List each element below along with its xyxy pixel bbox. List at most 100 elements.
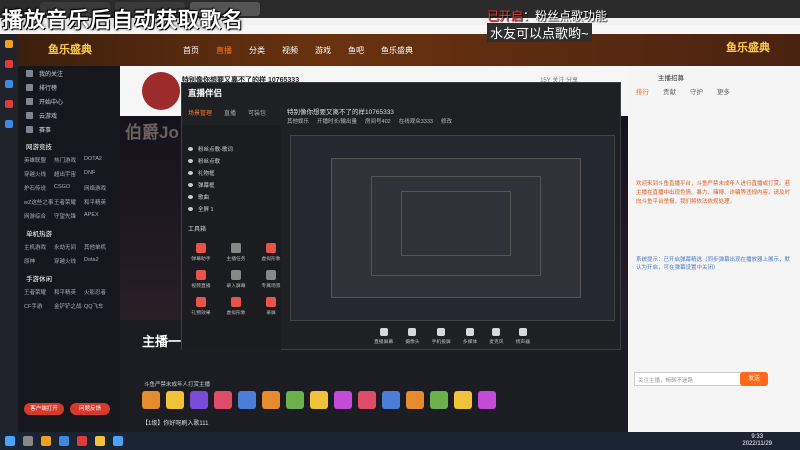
scene-item[interactable]: 礼物框 (182, 167, 281, 179)
gift-icon[interactable] (190, 391, 208, 409)
category-link[interactable]: 王者荣耀 (24, 288, 54, 296)
category-link[interactable]: 守望先锋 (54, 212, 84, 220)
sidebar-item-follow[interactable]: 我的关注 (18, 66, 120, 80)
gift-icon[interactable] (142, 391, 160, 409)
scene-item[interactable]: 全屏 1 (182, 203, 281, 215)
tab-scenes[interactable]: 场景管理 (188, 108, 212, 117)
tab-guard[interactable]: 守护 (690, 86, 703, 96)
eye-icon[interactable] (188, 207, 193, 211)
tool-video[interactable]: 视频直播 (186, 270, 216, 289)
nav-home[interactable]: 首页 (183, 45, 199, 56)
category-link[interactable]: DOTA2 (84, 156, 114, 164)
category-link[interactable]: 火影忍者 (84, 288, 114, 296)
taskbar-clock[interactable]: 9:33 2022/11/29 (742, 434, 772, 448)
control-media[interactable]: 多媒体 (463, 327, 477, 345)
gift-icon[interactable] (454, 391, 472, 409)
category-link[interactable]: 炉石传说 (24, 184, 54, 192)
category-link[interactable]: QQ飞车 (84, 302, 114, 310)
tool-danmu[interactable]: 弹幕助手 (186, 243, 216, 262)
tool-screen[interactable]: 录屏 (256, 297, 286, 316)
scene-item[interactable]: 弹幕框 (182, 179, 281, 191)
category-link[interactable]: 其他单机 (84, 243, 114, 251)
nav-festival[interactable]: 鱼乐盛典 (381, 45, 413, 56)
app-icon[interactable] (5, 120, 13, 128)
category-link[interactable]: 穿越火线 (24, 170, 54, 178)
tool-task[interactable]: 主播任务 (221, 243, 251, 262)
gift-icon[interactable] (166, 391, 184, 409)
app-icon[interactable] (41, 436, 51, 446)
tool-avatar2[interactable]: 虚拟形象 (221, 297, 251, 316)
gift-icon[interactable] (238, 391, 256, 409)
nav-video[interactable]: 视频 (282, 45, 298, 56)
control-phone[interactable]: 手机投屏 (432, 327, 451, 345)
category-link[interactable]: 金铲铲之战 (54, 302, 84, 310)
tool-gift[interactable]: 礼物效果 (186, 297, 216, 316)
app-icon[interactable] (5, 80, 13, 88)
app-icon[interactable] (95, 436, 105, 446)
category-link[interactable]: 和平精英 (54, 288, 84, 296)
control-camera[interactable]: 摄像头 (405, 327, 420, 345)
app-icon[interactable] (5, 40, 13, 48)
gift-icon[interactable] (406, 391, 424, 409)
category-link[interactable]: 网游综合 (24, 212, 54, 220)
tool-record[interactable]: 录入屏幕 (221, 270, 251, 289)
control-speaker[interactable]: 扬声器 (516, 327, 530, 345)
category-link[interactable]: DNF (84, 170, 114, 178)
sidebar-item-center[interactable]: 开始中心 (18, 94, 120, 108)
category-link[interactable]: 原神 (24, 257, 54, 265)
tab-live[interactable]: 直播 (224, 108, 236, 117)
eye-icon[interactable] (188, 147, 193, 151)
category-link[interactable]: 主机游戏 (24, 243, 54, 251)
tool-avatar[interactable]: 虚拟形象 (256, 243, 286, 262)
eye-icon[interactable] (188, 195, 193, 199)
tab-contribution[interactable]: 贡献 (663, 86, 676, 96)
tool-scene[interactable]: 专属场景 (256, 270, 286, 289)
category-link[interactable]: wZ这些之事 (24, 198, 54, 206)
header-badge[interactable]: 鱼乐盛典 (726, 39, 770, 55)
gift-icon[interactable] (286, 391, 304, 409)
open-client-button[interactable]: 客户端打开 (24, 403, 64, 415)
eye-icon[interactable] (188, 171, 193, 175)
site-logo[interactable]: 鱼乐盛典 (48, 41, 92, 57)
category-link[interactable]: 和平精英 (84, 198, 114, 206)
category-link[interactable]: 王者荣耀 (54, 198, 84, 206)
category-link[interactable]: CSGO (54, 184, 84, 192)
nav-forum[interactable]: 鱼吧 (348, 45, 364, 56)
category-link[interactable]: 永劫无间 (54, 243, 84, 251)
scene-item[interactable]: 歌曲 (182, 191, 281, 203)
category-link[interactable]: 热门游戏 (54, 156, 84, 164)
app-icon[interactable] (59, 436, 69, 446)
gift-icon[interactable] (382, 391, 400, 409)
control-mic[interactable]: 麦克风 (489, 327, 504, 345)
app-icon[interactable] (5, 60, 13, 68)
category-link[interactable]: 网络游戏 (84, 184, 114, 192)
category-link[interactable]: 穿越火线 (54, 257, 84, 265)
control-screen[interactable]: 直播屏幕 (374, 327, 393, 345)
eye-icon[interactable] (188, 159, 193, 163)
tab-more[interactable]: 更多 (717, 86, 730, 96)
start-icon[interactable] (5, 436, 15, 446)
gift-icon[interactable] (334, 391, 352, 409)
gift-icon[interactable] (310, 391, 328, 409)
feedback-button[interactable]: 问题反馈 (70, 403, 110, 415)
gift-icon[interactable] (430, 391, 448, 409)
sidebar-item-cloud-game[interactable]: 云游戏 (18, 108, 120, 122)
edit-link[interactable]: 修改 (441, 117, 452, 125)
category-link[interactable]: 英雄联盟 (24, 156, 54, 164)
app-icon[interactable] (77, 436, 87, 446)
gift-icon[interactable] (262, 391, 280, 409)
nav-category[interactable]: 分类 (249, 45, 265, 56)
tab-packages[interactable]: 可装包 (248, 108, 266, 117)
send-button[interactable]: 发送 (740, 372, 768, 386)
chat-header-label[interactable]: 主播招募 (658, 72, 684, 82)
category-link[interactable]: CF手游 (24, 302, 54, 310)
stream-preview[interactable] (290, 135, 615, 321)
gift-icon[interactable] (358, 391, 376, 409)
nav-games[interactable]: 游戏 (315, 45, 331, 56)
scene-item[interactable]: 粉丝点歌-歌词 (182, 143, 281, 155)
app-icon[interactable] (5, 100, 13, 108)
sidebar-item-rank[interactable]: 排行榜 (18, 80, 120, 94)
app-icon[interactable] (113, 436, 123, 446)
gift-icon[interactable] (478, 391, 496, 409)
sidebar-item-events[interactable]: 赛事 (18, 122, 120, 136)
